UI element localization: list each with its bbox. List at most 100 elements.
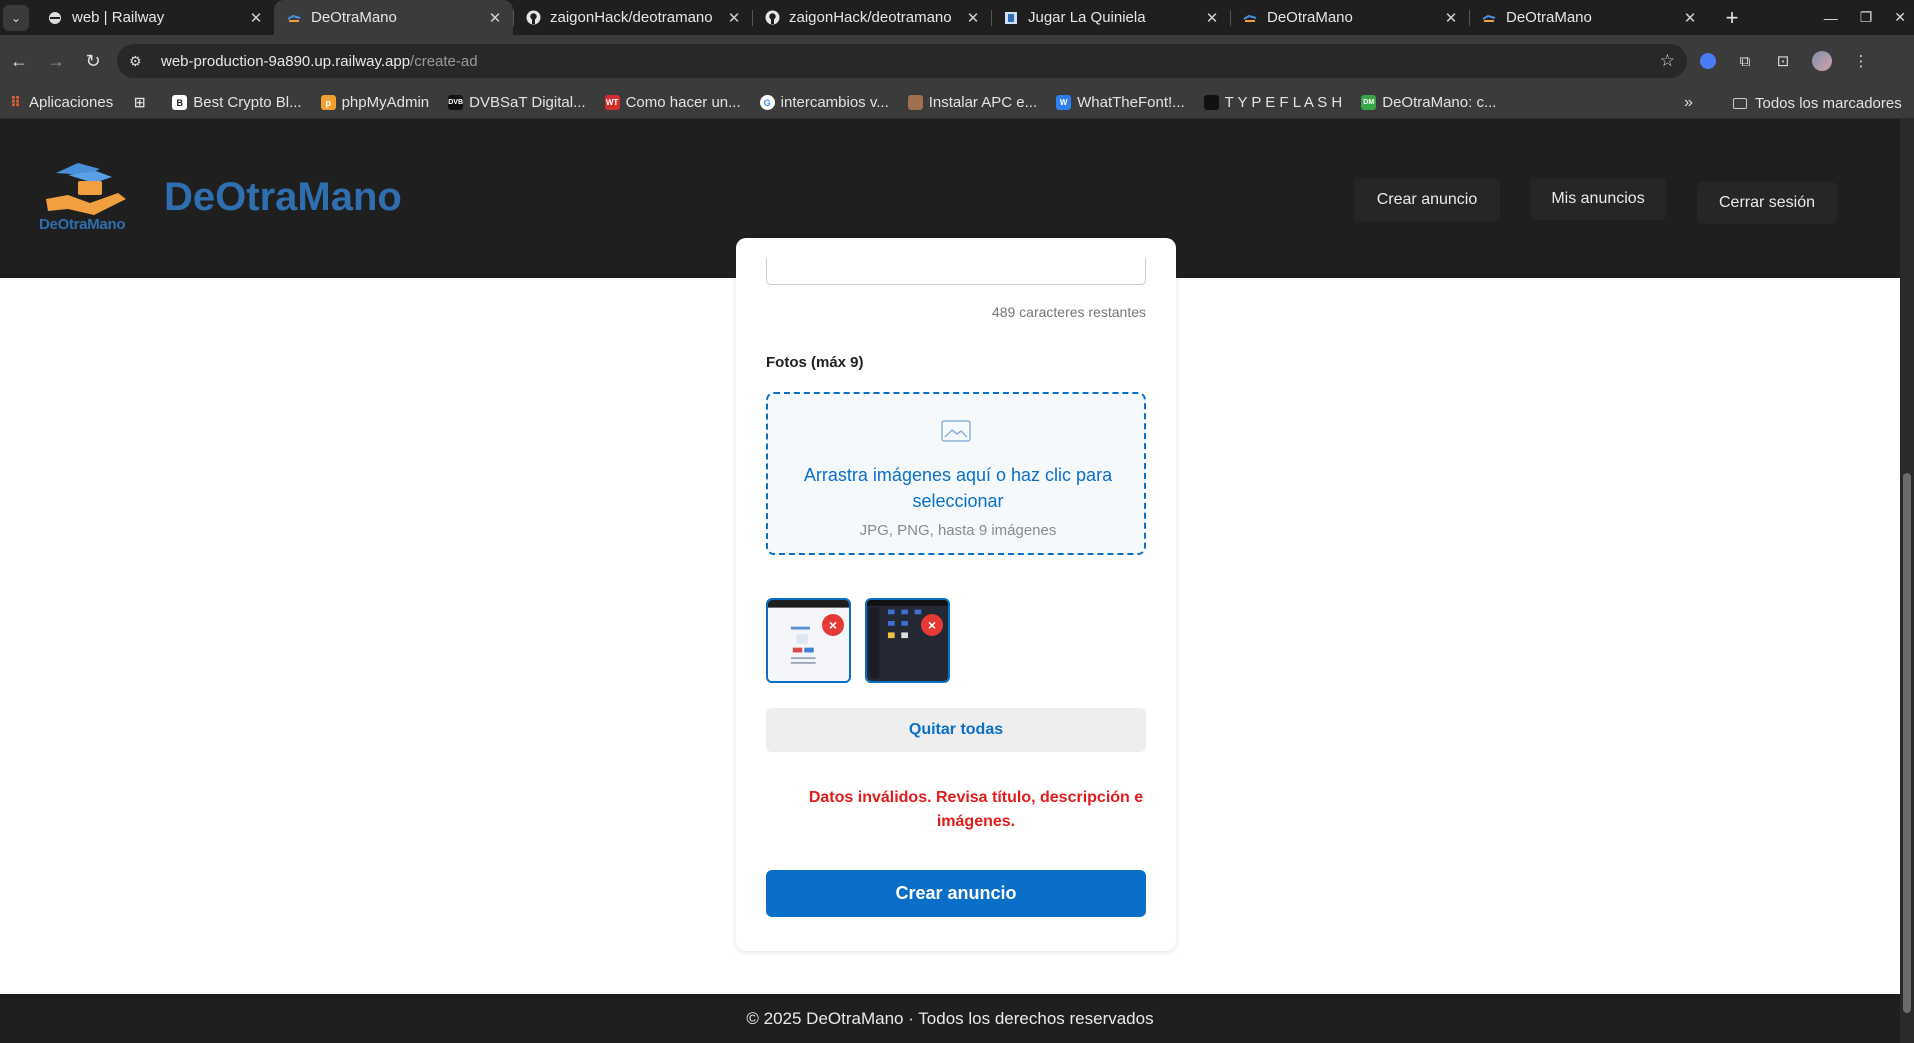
apps-grid-icon: ⠿: [10, 94, 21, 110]
google-favicon: G: [759, 95, 775, 110]
scrollbar-thumb[interactable]: [1903, 473, 1911, 1013]
whatthefont-favicon: W: [1056, 95, 1072, 110]
page-content: 489 caracteres restantes Fotos (máx 9) A…: [0, 238, 1900, 994]
description-textarea[interactable]: [766, 258, 1146, 285]
bookmark-apc[interactable]: Instalar APC e...: [907, 94, 1038, 111]
thumbnail-preview-light: [768, 600, 849, 681]
back-arrow-icon[interactable]: ←: [7, 51, 31, 72]
restore-icon[interactable]: ❐: [1860, 9, 1873, 26]
browser-tab-strip: ⌄ web | Railway ✕ DeOtraMano ✕ zaigonHac…: [0, 0, 1914, 35]
create-ad-nav-button[interactable]: Crear anuncio: [1354, 178, 1500, 222]
bookmark-label: Aplicaciones: [29, 94, 114, 111]
bookmark-dvb[interactable]: DVB DVBSaT Digital...: [448, 94, 586, 111]
my-ads-nav-button[interactable]: Mis anuncios: [1530, 178, 1666, 220]
tab-title: DeOtraMano: [1267, 9, 1353, 26]
tab-quiniela[interactable]: Jugar La Quiniela ✕: [991, 0, 1230, 35]
tab-list: web | Railway ✕ DeOtraMano ✕ zaigonHack/…: [35, 0, 1708, 35]
tab-deotramano-2[interactable]: DeOtraMano ✕: [1230, 0, 1469, 35]
dropzone-hint: JPG, PNG, hasta 9 imágenes: [859, 522, 1057, 539]
tab-deotramano-3[interactable]: DeOtraMano ✕: [1469, 0, 1708, 35]
typeflash-favicon: [1203, 95, 1219, 110]
railway-icon: [47, 10, 63, 26]
wt-favicon: WT: [604, 95, 620, 110]
bookmark-como-hacer[interactable]: WT Como hacer un...: [604, 94, 741, 111]
tab-close-icon[interactable]: ✕: [1682, 9, 1698, 27]
url-path: /create-ad: [410, 52, 478, 70]
menu-kebab-icon[interactable]: ⋮: [1852, 52, 1870, 70]
chars-remaining-counter: 489 caracteres restantes: [991, 304, 1146, 320]
bookmark-typeflash[interactable]: T Y P E F L A S H: [1203, 94, 1343, 111]
screenshot-icon[interactable]: ⊡: [1774, 52, 1792, 70]
bookmark-crypto[interactable]: B Best Crypto Bl...: [172, 94, 302, 111]
window-controls: — ❐ ✕: [1824, 0, 1906, 35]
new-tab-plus-icon[interactable]: +: [1720, 5, 1744, 31]
tab-github-2[interactable]: zaigonHack/deotramano ✕: [752, 0, 991, 35]
folder-icon: [1733, 97, 1747, 109]
quiniela-favicon: [1003, 10, 1019, 26]
address-bar[interactable]: ⚙ web-production-9a890.up.railway.app/cr…: [117, 44, 1687, 78]
tab-title: web | Railway: [72, 9, 165, 26]
bookmark-label: Como hacer un...: [625, 94, 741, 111]
site-brand-title[interactable]: DeOtraMano: [164, 175, 402, 220]
tab-title: zaigonHack/deotramano: [789, 9, 952, 26]
bookmark-label: DVBSaT Digital...: [469, 94, 586, 111]
tab-close-icon[interactable]: ✕: [248, 9, 264, 27]
remove-image-close-icon[interactable]: ×: [822, 614, 844, 636]
bookmarks-overflow-chevron-icon[interactable]: »: [1684, 87, 1693, 119]
bookmark-deotramano[interactable]: DM DeOtraMano: c...: [1361, 94, 1496, 111]
bookmark-phpmyadmin[interactable]: p phpMyAdmin: [320, 94, 429, 111]
tab-search-chevron-icon[interactable]: ⌄: [3, 4, 29, 31]
bookmarks-bar: ⠿ Aplicaciones ⊞ B Best Crypto Bl... p p…: [0, 87, 1914, 119]
remove-all-images-button[interactable]: Quitar todas: [766, 708, 1146, 752]
window-close-icon[interactable]: ✕: [1894, 9, 1906, 26]
minimize-icon[interactable]: —: [1824, 10, 1838, 26]
dvb-favicon: DVB: [448, 95, 464, 110]
image-thumbnail[interactable]: ×: [766, 598, 851, 683]
bookmark-star-icon[interactable]: ☆: [1660, 51, 1675, 71]
bookmark-label: T Y P E F L A S H: [1224, 94, 1343, 111]
bookmark-label: intercambios v...: [780, 94, 889, 111]
tab-deotramano-active[interactable]: DeOtraMano ✕: [274, 0, 513, 35]
all-bookmarks-label: Todos los marcadores: [1755, 94, 1902, 112]
reload-icon[interactable]: ↻: [81, 51, 105, 72]
tab-close-icon[interactable]: ✕: [1443, 9, 1459, 27]
image-placeholder-icon: [941, 420, 971, 442]
bookmark-label: Best Crypto Bl...: [193, 94, 302, 111]
deotramano-favicon: [286, 10, 302, 26]
extension-circle-icon[interactable]: [1700, 53, 1716, 69]
profile-avatar-icon[interactable]: [1812, 51, 1832, 71]
tab-close-icon[interactable]: ✕: [726, 9, 742, 27]
all-bookmarks[interactable]: Todos los marcadores: [1733, 87, 1902, 119]
tab-close-icon[interactable]: ✕: [965, 9, 981, 27]
github-icon: [764, 10, 780, 26]
github-icon: [525, 10, 541, 26]
tab-title: DeOtraMano: [1506, 9, 1592, 26]
remove-image-close-icon[interactable]: ×: [921, 614, 943, 636]
bookmark-label: Instalar APC e...: [928, 94, 1038, 111]
tab-github-1[interactable]: zaigonHack/deotramano ✕: [513, 0, 752, 35]
create-ad-form-card: 489 caracteres restantes Fotos (máx 9) A…: [736, 238, 1176, 951]
dropzone-instruction: Arrastra imágenes aquí o haz clic para s…: [803, 465, 1113, 511]
url-host: web-production-9a890.up.railway.app: [161, 52, 411, 70]
bookmark-apps[interactable]: ⠿ Aplicaciones: [8, 94, 113, 111]
footer-copyright: © 2025 DeOtraMano · Todos los derechos r…: [746, 1008, 1154, 1028]
site-footer: © 2025 DeOtraMano · Todos los derechos r…: [0, 994, 1900, 1043]
thumbnail-preview-dark: [867, 600, 948, 681]
bookmark-grid[interactable]: ⊞: [132, 94, 153, 110]
browser-toolbar: ← → ↻ ⚙ web-production-9a890.up.railway.…: [0, 35, 1914, 87]
image-thumbnail[interactable]: ×: [865, 598, 950, 683]
create-ad-submit-button[interactable]: Crear anuncio: [766, 870, 1146, 917]
image-dropzone[interactable]: Arrastra imágenes aquí o haz clic para s…: [766, 392, 1146, 555]
site-info-tune-icon[interactable]: ⚙: [129, 53, 147, 70]
logout-nav-button[interactable]: Cerrar sesión: [1697, 182, 1837, 224]
forward-arrow-icon[interactable]: →: [44, 51, 68, 72]
crypto-favicon: B: [172, 95, 188, 110]
tab-close-icon[interactable]: ✕: [1204, 9, 1220, 27]
tab-railway[interactable]: web | Railway ✕: [35, 0, 274, 35]
page-scrollbar[interactable]: [1900, 119, 1914, 1043]
bookmark-whatthefont[interactable]: W WhatTheFont!...: [1056, 94, 1185, 111]
tab-close-icon[interactable]: ✕: [487, 9, 503, 27]
deotramano-favicon: [1242, 10, 1258, 26]
extensions-puzzle-icon[interactable]: ⧉: [1736, 52, 1754, 70]
bookmark-intercambios[interactable]: G intercambios v...: [759, 94, 889, 111]
